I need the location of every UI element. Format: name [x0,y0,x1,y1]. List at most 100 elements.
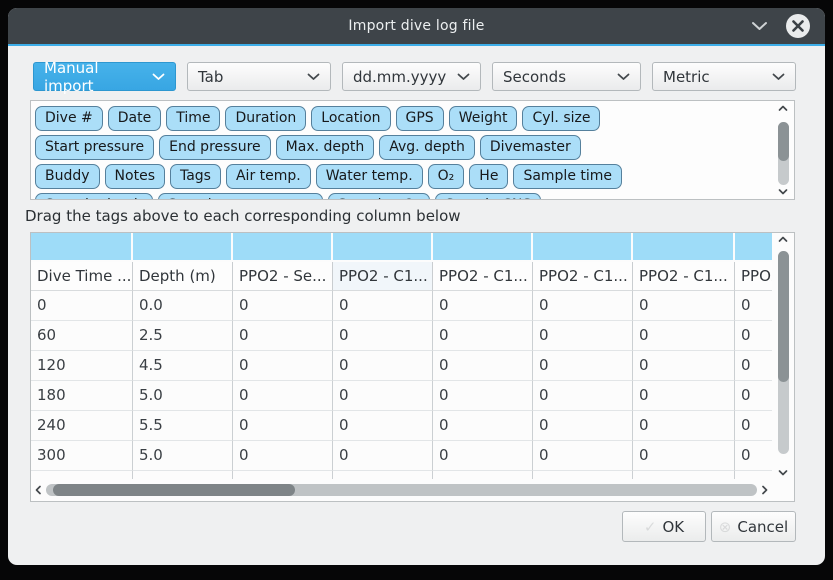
table-vscrollbar-track[interactable] [778,247,789,465]
tag-date[interactable]: Date [108,106,161,131]
column-drop-target[interactable] [735,233,772,262]
tag-avg-depth[interactable]: Avg. depth [379,135,475,160]
table-row: 00.0000000 [31,291,772,321]
column-drop-target[interactable] [31,233,133,262]
tag-sample-temperature[interactable]: Sample temperature [158,193,323,200]
import-mode-select[interactable]: Manual import [33,62,176,91]
tags-scrollbar[interactable] [775,105,791,195]
table-cell: 0 [433,351,533,381]
tag-sample-po[interactable]: Sample pO₂ [328,193,430,200]
table-cell: 0 [333,441,433,471]
chevron-down-icon [152,73,165,81]
tag-he[interactable]: He [469,164,508,189]
chevron-down-icon [617,73,630,81]
table-cell [433,471,533,479]
column-drop-target[interactable] [533,233,633,262]
tag-end-pressure[interactable]: End pressure [159,135,271,160]
cancel-button-label: Cancel [737,518,788,536]
table-row: 1805.0000000 [31,381,772,411]
tag-buddy[interactable]: Buddy [35,164,100,189]
table-row: 3005.0000000 [31,441,772,471]
date-format-select[interactable]: dd.mm.yyyy [342,62,481,91]
chevron-down-icon [457,73,470,81]
close-button[interactable] [786,14,810,38]
table-cell: 0 [333,321,433,351]
table-vscrollbar-thumb[interactable] [778,251,789,382]
column-header: PPO2 - C1... [633,262,735,291]
table-row [31,471,772,479]
column-drop-target[interactable] [633,233,735,262]
import-options-toolbar: Manual import Tab dd.mm.yyyy Seconds Met… [33,62,796,91]
duration-format-select[interactable]: Seconds [492,62,641,91]
date-format-value: dd.mm.yyyy [353,68,446,86]
tag-notes[interactable]: Notes [105,164,165,189]
tag-divemaster[interactable]: Divemaster [480,135,581,160]
tags-scrollbar-track[interactable] [778,115,789,185]
import-dialog-window: Import dive log file Manual import Tab [8,8,825,565]
tag-air-temp[interactable]: Air temp. [226,164,311,189]
table-cell: 0.0 [133,291,233,321]
collapse-window-button[interactable] [751,21,768,31]
table-vertical-scrollbar[interactable] [774,236,792,476]
tag-cyl-size[interactable]: Cyl. size [522,106,600,131]
table-cell: 300 [31,441,133,471]
scroll-down-icon[interactable] [778,469,788,476]
table-cell: 0 [533,441,633,471]
tag-pool-rows: Dive #DateTimeDurationLocationGPSWeightC… [35,106,770,200]
tag-water-temp[interactable]: Water temp. [316,164,423,189]
field-separator-value: Tab [198,68,223,86]
units-value: Metric [663,68,710,86]
table-cell: 0 [233,321,333,351]
table-cell: 0 [433,381,533,411]
tag-dive[interactable]: Dive # [35,106,103,131]
ok-button[interactable]: ✓ OK [622,511,706,542]
table-cell [31,471,133,479]
tag-sample-depth[interactable]: Sample depth [35,193,153,200]
tag-location[interactable]: Location [311,106,390,131]
table-cell: 0 [333,351,433,381]
column-header: PPO2 [735,262,772,291]
column-drop-target[interactable] [133,233,233,262]
tag-row: Dive #DateTimeDurationLocationGPSWeightC… [35,106,770,131]
tag-gps[interactable]: GPS [396,106,444,131]
column-drop-target[interactable] [233,233,333,262]
column-header: Depth (m) [133,262,233,291]
scroll-down-icon[interactable] [778,188,788,195]
table-cell: 0 [735,351,772,381]
scroll-left-icon[interactable] [35,485,42,495]
import-preview-table: Dive Time ...Depth (m)PPO2 - Se...PPO2 -… [30,232,795,502]
tag-time[interactable]: Time [166,106,220,131]
table-hscrollbar-thumb[interactable] [53,484,295,496]
tag-tags[interactable]: Tags [170,164,221,189]
tag-max-depth[interactable]: Max. depth [276,135,375,160]
scroll-up-icon[interactable] [778,105,788,112]
table-cell: 0 [633,321,735,351]
chevron-down-icon [751,21,768,31]
table-cell: 0 [533,411,633,441]
tag-sample-time[interactable]: Sample time [513,164,622,189]
table-hscrollbar-track[interactable] [46,484,757,496]
window-title: Import dive log file [348,18,484,34]
table-cell: 5.0 [133,381,233,411]
table-cell: 0 [735,441,772,471]
column-drop-target[interactable] [333,233,433,262]
table-row: 602.5000000 [31,321,772,351]
units-select[interactable]: Metric [652,62,796,91]
table-horizontal-scrollbar[interactable] [35,481,768,498]
tag-o[interactable]: O₂ [428,164,465,189]
tag-sample-cns[interactable]: Sample CNS [435,193,541,200]
tag-start-pressure[interactable]: Start pressure [35,135,154,160]
tag-row: BuddyNotesTagsAir temp.Water temp.O₂HeSa… [35,164,770,189]
tag-weight[interactable]: Weight [449,106,518,131]
tag-duration[interactable]: Duration [225,106,306,131]
tags-scrollbar-thumb[interactable] [778,122,789,161]
cancel-button[interactable]: ⊗ Cancel [711,511,796,542]
field-separator-select[interactable]: Tab [187,62,331,91]
column-drop-target[interactable] [433,233,533,262]
scroll-right-icon[interactable] [761,485,768,495]
table-cell: 0 [433,411,533,441]
table-cell: 0 [633,411,735,441]
table-cell: 0 [333,291,433,321]
column-drop-target-row [31,233,772,262]
scroll-up-icon[interactable] [778,236,788,243]
